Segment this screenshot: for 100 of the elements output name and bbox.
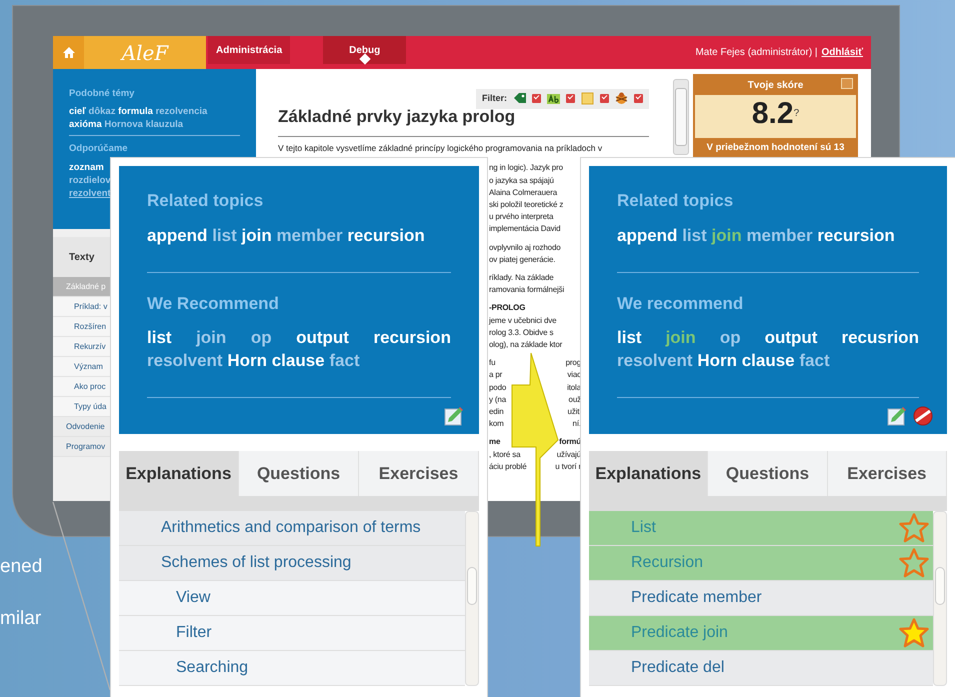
tab[interactable]: Explanations: [589, 451, 708, 496]
topic-link[interactable]: list: [617, 328, 642, 347]
nav-tab[interactable]: Administrácia: [208, 36, 290, 64]
topic-link[interactable]: fact: [799, 351, 830, 370]
pencil-icon[interactable]: [887, 406, 908, 426]
section-heading: We Recommend: [147, 292, 280, 314]
topic-link[interactable]: append: [617, 226, 678, 244]
topic-link[interactable]: axióma: [69, 119, 102, 130]
tree-item[interactable]: Typy úda: [53, 397, 110, 417]
home-button[interactable]: [53, 36, 84, 69]
paragraph-line: podo: [489, 382, 506, 394]
help-link[interactable]: ?: [794, 108, 800, 119]
scrollbar[interactable]: [933, 511, 947, 686]
paragraph-line: áciu problé: [489, 460, 526, 473]
filter-label: Filter:: [482, 92, 507, 105]
checkbox[interactable]: [600, 94, 609, 104]
scroll-thumb[interactable]: [675, 88, 687, 146]
logout-link[interactable]: Odhlásiť: [822, 45, 863, 60]
topic-link[interactable]: list: [212, 226, 237, 244]
topic-link[interactable]: recursion: [817, 226, 895, 244]
topic-link[interactable]: recusrion: [841, 328, 919, 347]
topic-link[interactable]: list: [147, 328, 172, 347]
topic-link[interactable]: recursion: [373, 328, 451, 347]
list-item[interactable]: Predicate member: [589, 581, 933, 616]
topic-link[interactable]: rezolvencia: [156, 106, 208, 118]
minimize-button[interactable]: [841, 78, 853, 89]
star-icon[interactable]: [899, 548, 929, 578]
checkbox[interactable]: [566, 94, 575, 104]
topic-link[interactable]: Horn clause: [227, 351, 325, 370]
topic-link[interactable]: list: [682, 226, 707, 244]
paragraph-line: olog), na základe ktor: [489, 339, 562, 352]
list-item[interactable]: Predicate del: [589, 651, 933, 686]
topic-link[interactable]: rozdielov: [69, 174, 111, 186]
star-icon[interactable]: [899, 513, 929, 543]
topic-link[interactable]: Horn clause: [697, 351, 795, 370]
tree-item[interactable]: Význam: [53, 357, 110, 377]
topic-link[interactable]: member: [746, 226, 813, 244]
item-label: Predicate join: [631, 623, 729, 643]
topic-link[interactable]: op: [720, 328, 741, 347]
topic-link[interactable]: resolvent: [617, 351, 693, 370]
paragraph-line: ouž: [568, 394, 581, 406]
user-name: Mate Fejes (administrátor) |: [695, 46, 818, 60]
scrollbar[interactable]: [673, 79, 689, 155]
scroll-thumb[interactable]: [935, 567, 945, 605]
pencil-icon[interactable]: [444, 406, 465, 426]
topic-link[interactable]: op: [250, 328, 272, 347]
tab[interactable]: Explanations: [119, 451, 239, 496]
topic-link[interactable]: recursion: [347, 226, 425, 244]
paragraph-line: ski položil teoretické z: [489, 199, 564, 211]
scrollbar[interactable]: [465, 511, 479, 686]
topic-link[interactable]: zoznam: [69, 162, 104, 172]
topic-link[interactable]: resolvent: [147, 351, 223, 370]
tree-item[interactable]: Rekurzív: [53, 337, 110, 357]
paragraph-line: -PROLOG: [489, 302, 526, 314]
topic-link[interactable]: output: [764, 328, 818, 347]
paragraph-line: formú: [559, 436, 581, 448]
list-item[interactable]: View: [119, 581, 465, 616]
topic-link[interactable]: append: [147, 226, 208, 244]
paragraph-line: y (na: [489, 394, 506, 406]
list-item[interactable]: Filter: [119, 616, 465, 651]
topic-link[interactable]: join: [196, 328, 226, 347]
tree-item[interactable]: Odvodenie: [53, 417, 110, 437]
panel-tab[interactable]: Texty: [53, 237, 110, 277]
topic-link[interactable]: Hornova klauzula: [104, 119, 184, 130]
scroll-thumb[interactable]: [467, 567, 477, 605]
list-item[interactable]: Arithmetics and comparison of terms: [119, 511, 465, 546]
note-icon: [581, 92, 594, 106]
topic-link[interactable]: member: [276, 226, 343, 244]
paragraph-line: kom: [489, 418, 504, 430]
item-label: View: [176, 588, 212, 608]
section-heading: We recommend: [617, 292, 744, 314]
tree-item[interactable]: Rozšíren: [53, 317, 110, 337]
tree-item[interactable]: Programov: [53, 437, 110, 457]
topic-link[interactable]: rezolvent: [69, 188, 111, 198]
paragraph-line: ov piatej generácie.: [489, 254, 556, 266]
topic-link[interactable]: dôkaz: [88, 106, 116, 118]
paragraph-line: fu: [489, 357, 496, 370]
tree-item[interactable]: Ako proc: [53, 377, 110, 397]
paragraph-line: jeme v učebnici dve: [489, 314, 556, 327]
score-note: V priebežnom hodnotení sú 13: [706, 141, 846, 155]
item-label: Searching: [176, 658, 250, 678]
topic-link[interactable]: fact: [329, 351, 360, 370]
paragraph-line: , ktoré sa: [489, 448, 520, 461]
item-label: Schemes of list processing: [161, 553, 352, 573]
topic-link[interactable]: join: [241, 226, 272, 244]
checkbox[interactable]: [634, 94, 643, 104]
paragraph-line: ní.: [572, 418, 581, 430]
nav-tab[interactable]: Debug: [323, 36, 406, 64]
topic-link[interactable]: cieľ: [69, 106, 86, 118]
paragraph-line: Alaina Colmerauera: [489, 186, 558, 199]
list-item[interactable]: Searching: [119, 651, 465, 686]
checkbox[interactable]: [532, 94, 541, 104]
no-entry-icon[interactable]: [912, 406, 933, 426]
list-item[interactable]: Schemes of list processing: [119, 546, 465, 581]
topic-link[interactable]: formula: [118, 106, 153, 118]
star-icon[interactable]: [899, 618, 929, 648]
topic-link[interactable]: output: [296, 328, 349, 347]
paragraph-line: u prvého interpreta: [489, 211, 554, 224]
paragraph-line: ramovania formálnejši: [489, 284, 564, 296]
tree-item[interactable]: Príklad: v: [53, 297, 110, 317]
